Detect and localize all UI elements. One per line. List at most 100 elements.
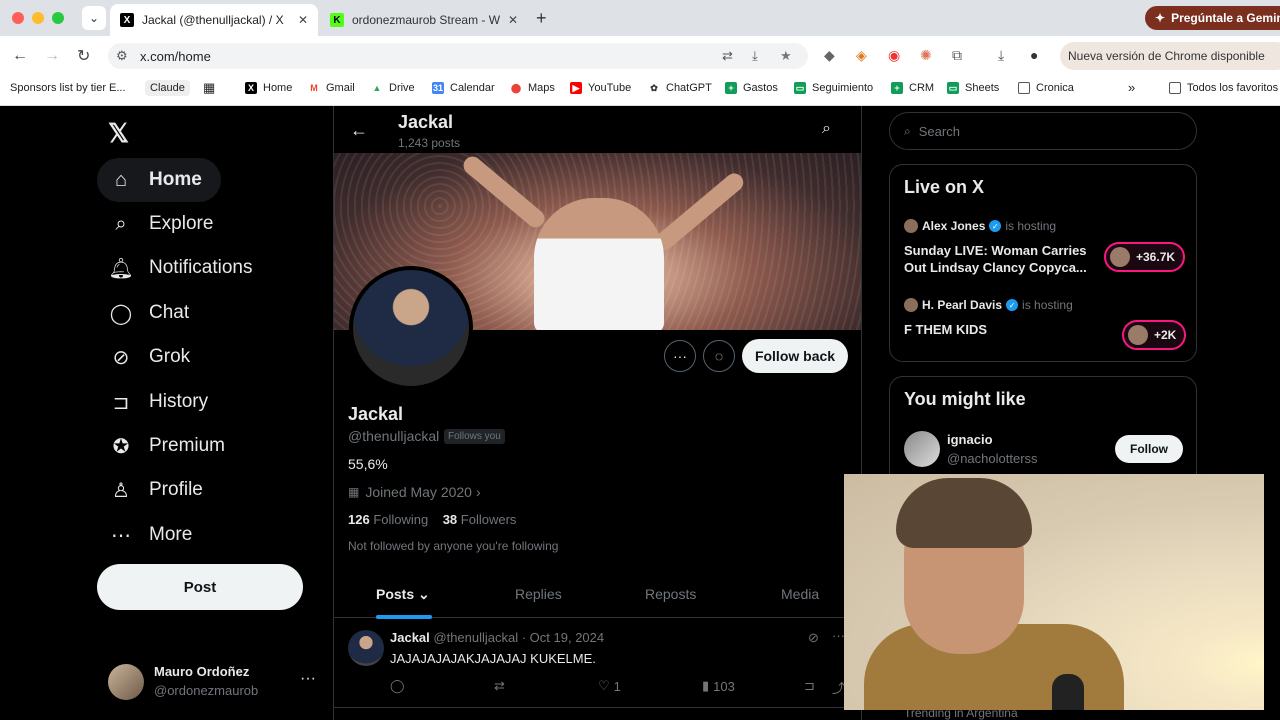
back-arrow-icon[interactable]: ← [12, 47, 28, 65]
tab-reposts[interactable]: Reposts [645, 586, 696, 602]
bookmark-chatgpt[interactable]: ✿ ChatGPT [648, 82, 712, 94]
search-icon: ⌕ [115, 212, 127, 235]
bookmark-claude[interactable]: Claude [145, 80, 190, 96]
avatar[interactable] [904, 431, 940, 467]
live-listeners-pill[interactable]: +2K [1122, 320, 1187, 350]
grok-icon[interactable]: ⊘ [808, 630, 819, 646]
follow-back-button[interactable]: Follow back [742, 339, 848, 373]
repost-button[interactable]: ⇄ [494, 678, 509, 694]
search-input[interactable]: ⌕ Search [889, 112, 1197, 150]
bookmark-all-favorites[interactable]: Todos los favoritos [1169, 82, 1278, 94]
translate-icon[interactable]: ⇄ [722, 48, 733, 64]
live-host[interactable]: Alex Jones ✓ is hosting [904, 219, 1056, 233]
tab-media[interactable]: Media [781, 586, 819, 602]
more-dots-icon[interactable]: ··· [664, 340, 696, 372]
bookmark-home[interactable]: X Home [245, 82, 292, 94]
hosting-label: is hosting [1005, 219, 1057, 233]
sidebar-item-notifications[interactable]: 🔔︎ Notifications [97, 246, 252, 290]
bookmark-label: Seguimiento [812, 82, 874, 94]
close-window-button[interactable] [12, 12, 24, 24]
bookmark-sheets[interactable]: ▭ Sheets [947, 82, 999, 94]
minimize-window-button[interactable] [32, 12, 44, 24]
verified-badge-icon: ✓ [989, 220, 1002, 232]
avatar [1110, 247, 1130, 267]
live-listeners-pill[interactable]: +36.7K [1104, 242, 1186, 272]
account-name: Mauro Ordoñez [154, 664, 250, 679]
reload-icon[interactable]: ↻ [77, 46, 90, 66]
bookmark-cronica[interactable]: Cronica [1018, 82, 1074, 94]
live-host[interactable]: H. Pearl Davis ✓ is hosting [904, 298, 1073, 312]
downloads-icon[interactable]: ⤓ [998, 47, 1004, 64]
bookmark-sponsors[interactable]: Sponsors list by tier E... [10, 82, 126, 94]
tab-posts[interactable]: Posts ⌄ [376, 586, 430, 603]
more-dots-icon[interactable]: ··· [300, 670, 316, 688]
profile-name: Jackal [348, 404, 404, 424]
sidebar-item-home[interactable]: ⌂ Home [97, 158, 221, 202]
metamask-icon[interactable]: ◈ [856, 47, 867, 64]
followers-link[interactable]: 38 Followers [443, 512, 517, 527]
tweet-author[interactable]: Jackal [390, 630, 430, 645]
more-bookmarks-chevron-icon[interactable]: » [1128, 80, 1135, 95]
extensions-puzzle-icon[interactable]: ⧉ [952, 47, 962, 64]
sidebar-item-history[interactable]: ⊐ History [97, 380, 209, 424]
install-app-icon[interactable]: ⤓ [752, 48, 758, 64]
browser-tab-x[interactable]: X Jackal (@thenulljackal) / X ✕ [110, 4, 318, 36]
message-icon[interactable]: ◌ [703, 340, 735, 372]
tweet[interactable]: Jackal @thenulljackal · Oct 19, 2024 ⊘ ·… [334, 618, 861, 708]
youtube-icon: ▶ [570, 82, 582, 94]
search-icon: ⌕ [904, 123, 911, 138]
bell-icon: 🔔︎ [108, 257, 134, 280]
bookmark-seguimiento[interactable]: ▭ Seguimiento [794, 82, 873, 94]
apps-grid-icon[interactable]: ▦ [203, 80, 215, 96]
bookmark-youtube[interactable]: ▶ YouTube [570, 82, 631, 94]
new-tab-plus-icon[interactable]: + [536, 8, 547, 29]
tab-replies[interactable]: Replies [515, 586, 562, 602]
live-title[interactable]: F THEM KIDS [904, 321, 1094, 338]
bookmark-drive[interactable]: ▲ Drive [371, 82, 415, 94]
like-button[interactable]: ♡ 1 [598, 678, 621, 694]
following-link[interactable]: 126 Following [348, 512, 428, 527]
live-title[interactable]: Sunday LIVE: Woman Carries Out Lindsay C… [904, 242, 1094, 276]
opera-icon[interactable]: ◉ [888, 47, 900, 64]
views-button[interactable]: ▮ 103 [702, 678, 735, 694]
claude-extension-icon[interactable]: ✺ [920, 47, 932, 64]
tab-search-chevron-icon[interactable]: ⌄ [82, 6, 106, 30]
bookmark-gastos[interactable]: + Gastos [725, 82, 778, 94]
x-logo-icon[interactable]: 𝕏 [108, 118, 129, 149]
bookmark-calendar[interactable]: 31 Calendar [432, 82, 495, 94]
ask-gemini-button[interactable]: ✦ Pregúntale a Gemini [1145, 6, 1280, 30]
account-switcher[interactable]: Mauro Ordoñez @ordonezmaurob ··· [108, 660, 318, 700]
sidebar-item-grok[interactable]: ⊘ Grok [97, 335, 191, 379]
sidebar-item-profile[interactable]: ♙ Profile [97, 468, 203, 512]
back-arrow-icon[interactable]: ← [350, 120, 368, 141]
forward-arrow-icon[interactable]: → [44, 47, 60, 65]
sidebar-item-premium[interactable]: ✪ Premium [97, 424, 225, 468]
bookmark-star-icon[interactable]: ★ [780, 48, 792, 64]
repost-icon: ⇄ [494, 678, 505, 693]
joined-date[interactable]: ▦ Joined May 2020 › [348, 484, 481, 500]
bookmark-gmail[interactable]: M Gmail [308, 82, 354, 94]
maximize-window-button[interactable] [52, 12, 64, 24]
search-icon[interactable]: ⌕ [822, 120, 831, 138]
address-bar[interactable]: x.com/home [108, 43, 808, 69]
close-tab-icon[interactable]: ✕ [508, 13, 518, 27]
bookmark-button[interactable]: ⊐ [804, 678, 819, 694]
sidebar-item-chat[interactable]: ◯ Chat [97, 291, 189, 335]
reply-button[interactable]: ◯ [390, 678, 409, 694]
bookmark-icon: ⊐ [804, 678, 815, 693]
sidebar-item-explore[interactable]: ⌕ Explore [97, 202, 213, 246]
extension-cube-icon[interactable]: ◆ [824, 47, 835, 64]
bookmark-maps[interactable]: ⬤ Maps [510, 82, 555, 94]
profile-avatar-icon[interactable]: ● [1030, 47, 1038, 63]
browser-tab-kick[interactable]: K ordonezmaurob Stream - Wat ✕ [320, 4, 528, 36]
chrome-update-button[interactable]: Nueva versión de Chrome disponible [1060, 42, 1280, 70]
suggested-user-name[interactable]: ignacio [947, 432, 993, 447]
avatar[interactable] [348, 630, 384, 666]
follow-button[interactable]: Follow [1115, 435, 1183, 463]
close-tab-icon[interactable]: ✕ [298, 13, 308, 27]
site-info-icon[interactable]: ⚙ [116, 48, 128, 64]
post-button[interactable]: Post [97, 564, 303, 610]
profile-avatar[interactable] [349, 266, 473, 390]
sidebar-item-more[interactable]: ⋯ More [97, 513, 192, 557]
bookmark-crm[interactable]: + CRM [891, 82, 934, 94]
